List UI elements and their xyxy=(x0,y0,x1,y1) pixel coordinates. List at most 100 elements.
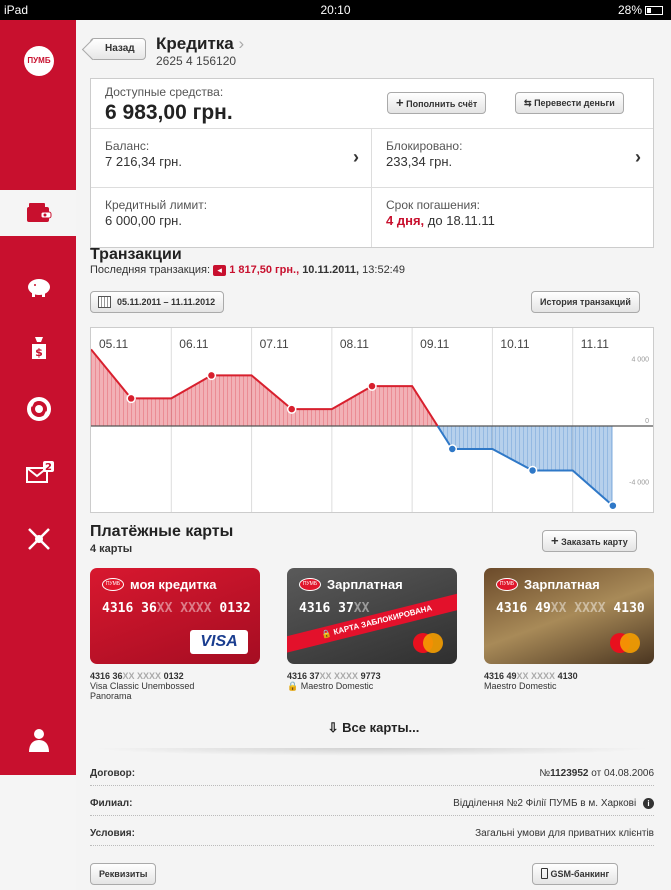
card-number: 4316 49XX XXXX 4130 xyxy=(496,601,645,616)
card-number: 4316 36XX XXXX 0132 xyxy=(102,601,251,616)
lock-icon: 🔒 xyxy=(320,628,333,640)
sidebar-item-wallet[interactable] xyxy=(0,190,76,236)
all-cards-link[interactable]: ⇩ Все карты... xyxy=(76,720,671,736)
chart-data-point xyxy=(286,404,297,414)
contract-value: №1123952 от 04.08.2006 xyxy=(539,768,654,779)
card-type: Maestro Domestic xyxy=(484,681,557,691)
caption-number-start: 4316 37 xyxy=(287,671,320,681)
card-type-line2: Panorama xyxy=(90,691,132,701)
contract-date: от 04.08.2006 xyxy=(591,768,654,779)
last-transaction-label: Последняя транзакция: xyxy=(90,264,211,276)
bank-logo: ПУМБ xyxy=(496,578,518,591)
sidebar-item-profile[interactable] xyxy=(0,715,76,761)
chevron-right-icon: › xyxy=(238,34,245,53)
terms-label: Условия: xyxy=(90,828,135,839)
order-card-label: Заказать карту xyxy=(561,537,628,547)
branch-label: Филиал: xyxy=(90,798,133,809)
battery-icon xyxy=(645,6,663,16)
topup-button[interactable]: + Пополнить счёт xyxy=(387,92,487,114)
card-caption: 4316 37XX XXXX 9773 🔒 Maestro Domestic xyxy=(287,671,457,692)
cards-count: 4 карты xyxy=(90,543,133,555)
chart-x-tick-label: 10.11 xyxy=(500,337,529,351)
transactions-title: Транзакции xyxy=(90,246,182,263)
contract-number-prefix: № xyxy=(539,768,551,779)
chart-x-tick-label: 06.11 xyxy=(179,337,208,351)
gsm-banking-button[interactable]: GSM-банкинг xyxy=(532,863,619,885)
chart-y-tick-label: 4 000 xyxy=(631,357,649,364)
card-item[interactable]: ПУМБ моя кредитка 4316 36XX XXXX 0132 VI… xyxy=(90,568,260,664)
caption-number-mask: XX XXXX xyxy=(319,671,359,681)
last-transaction: Последняя транзакция: ◂ 1 817,50 грн., 1… xyxy=(90,264,405,276)
caption-number-mask: XX XXXX xyxy=(122,671,162,681)
history-button[interactable]: История транзакций xyxy=(531,291,640,313)
plus-icon: + xyxy=(551,533,559,548)
last-transaction-amount: 1 817,50 грн., xyxy=(229,264,300,276)
last-transaction-time: 13:52:49 xyxy=(362,264,405,276)
caption-number-end: 0132 xyxy=(163,671,184,681)
last-transaction-date: 10.11.2011, xyxy=(302,264,360,276)
top-bar: Назад Кредитка › 2625 4 156120 xyxy=(76,20,671,72)
card-caption-number: 4316 49XX XXXX 4130 xyxy=(484,671,654,681)
chart-y-tick-label: 0 xyxy=(645,418,649,425)
balance-cell[interactable]: Баланс: 7 216,34 грн. › xyxy=(91,129,372,188)
terms-row: Условия: Загальні умови для приватних кл… xyxy=(90,818,654,846)
bank-logo: ПУМБ xyxy=(299,578,321,591)
date-range-picker[interactable]: 05.11.2011 – 11.11.2012 xyxy=(90,291,225,313)
chevron-right-icon: › xyxy=(635,147,641,167)
due-date: до 18.11.11 xyxy=(427,213,495,228)
piggy-bank-icon xyxy=(28,279,50,297)
contract-number: 1123952 xyxy=(550,768,589,779)
due-value: 4 дня, до 18.11.11 xyxy=(386,213,495,228)
clock: 20:10 xyxy=(320,3,351,17)
limit-cell: Кредитный лимит: 6 000,00 грн. xyxy=(91,188,372,247)
sidebar-item-savings[interactable] xyxy=(0,264,76,310)
card-number-mask: XX XXXX xyxy=(550,601,606,616)
svg-text:$: $ xyxy=(35,346,43,359)
bank-logo[interactable]: ПУМБ xyxy=(24,46,54,76)
page-title[interactable]: Кредитка › xyxy=(156,34,244,54)
chart-data-point xyxy=(206,370,217,381)
caption-number-mask: XX XXXX xyxy=(516,671,556,681)
gsm-banking-label: GSM-банкинг xyxy=(550,869,610,879)
due-days: 4 дня, xyxy=(386,213,425,228)
card-caption: 4316 49XX XXXX 4130 Maestro Domestic xyxy=(484,671,654,691)
transfer-button[interactable]: ⇆ Перевести деньги xyxy=(515,92,624,114)
card-caption-number: 4316 36XX XXXX 0132 xyxy=(90,671,260,681)
limit-label: Кредитный лимит: xyxy=(105,198,208,212)
card-type: 🔒 Maestro Domestic xyxy=(287,681,457,692)
sidebar-item-exchange[interactable] xyxy=(0,384,76,430)
satellite-icon xyxy=(28,528,50,550)
terms-value[interactable]: Загальні умови для приватних клієнтів xyxy=(475,828,654,839)
svg-text:2: 2 xyxy=(45,462,52,473)
card-item[interactable]: ПУМБ Зарплатная 4316 37XX 🔒 КАРТА ЗАБЛОК… xyxy=(287,568,457,664)
card-number-end: 0132 xyxy=(219,601,251,616)
battery-percent: 28% xyxy=(617,3,642,17)
info-icon[interactable]: i xyxy=(643,798,654,809)
card-type: Visa Classic Unembossed xyxy=(90,681,195,691)
caption-number-start: 4316 49 xyxy=(484,671,517,681)
sidebar-item-messages[interactable]: 2 xyxy=(0,448,76,494)
chart-x-tick-label: 09.11 xyxy=(420,337,449,351)
page-title-text: Кредитка xyxy=(156,34,234,53)
blocked-cell[interactable]: Блокировано: 233,34 грн. › xyxy=(372,129,653,188)
sidebar: ПУМБ $ 2 xyxy=(0,20,76,775)
money-bag-icon: $ xyxy=(32,337,46,359)
limit-value: 6 000,00 грн. xyxy=(105,213,182,228)
card-item[interactable]: ПУМБ Зарплатная 4316 49XX XXXX 4130 xyxy=(484,568,654,664)
card-name: моя кредитка xyxy=(130,577,217,592)
transfer-icon: ⇆ xyxy=(524,98,532,108)
mastercard-logo xyxy=(608,632,642,654)
sidebar-item-satellite[interactable] xyxy=(0,514,76,560)
order-card-button[interactable]: + Заказать карту xyxy=(542,530,637,552)
sidebar-item-deposits[interactable]: $ xyxy=(0,323,76,369)
chart-svg: 05.11 06.11 07.11 08.11 09.11 10.11 11.11 4 000… xyxy=(90,328,653,512)
phone-icon xyxy=(541,868,548,879)
chevron-right-icon: › xyxy=(353,147,359,167)
requisites-button[interactable]: Реквизиты xyxy=(90,863,157,885)
card-number-end: 4130 xyxy=(613,601,645,616)
transfer-label: Перевести деньги xyxy=(534,98,615,108)
back-button[interactable]: Назад xyxy=(90,38,146,60)
calendar-icon xyxy=(98,296,111,308)
chart-x-tick-label: 07.11 xyxy=(260,337,289,351)
due-label: Срок погашения: xyxy=(386,198,481,212)
